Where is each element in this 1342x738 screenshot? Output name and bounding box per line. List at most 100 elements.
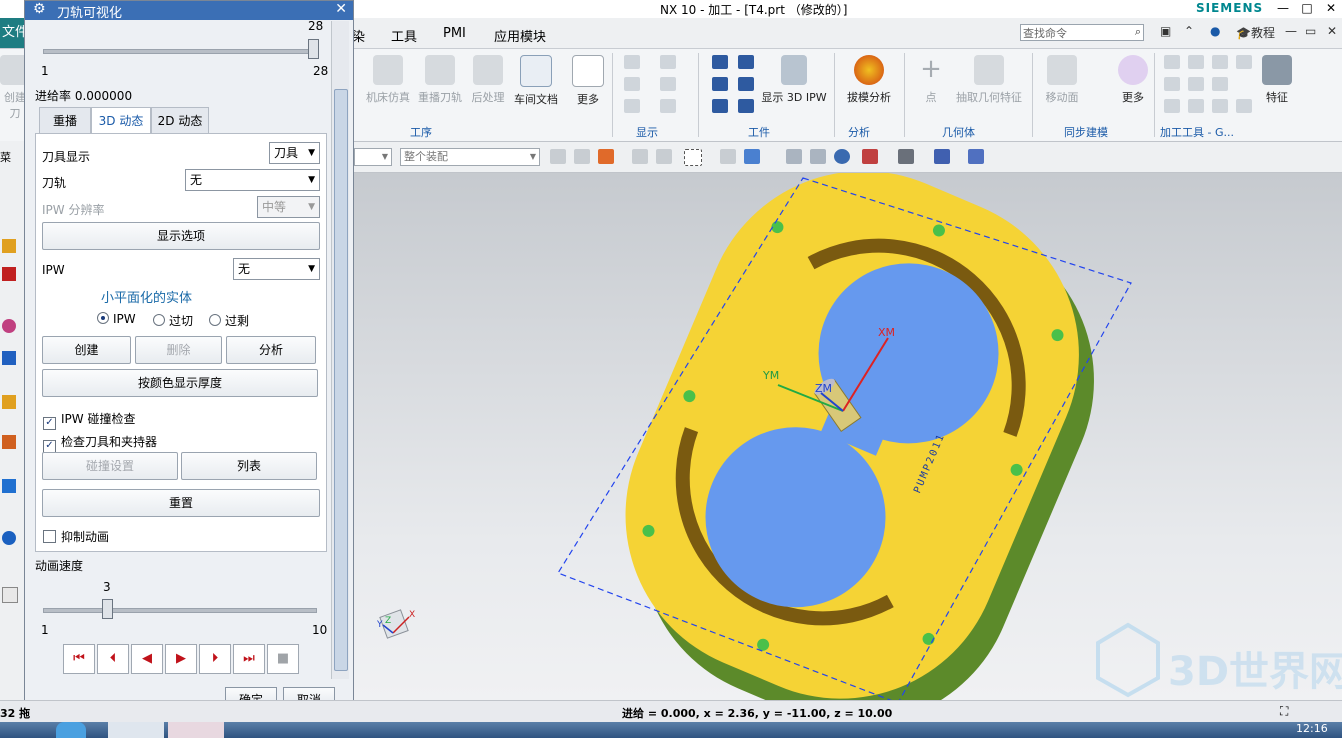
dialog-title-bar[interactable]: ⚙ 刀轨可视化 ✕: [25, 1, 353, 21]
orient-view-icon[interactable]: [862, 149, 878, 164]
machine-simulation-button[interactable]: 机床仿真: [364, 55, 412, 105]
navigator-icon[interactable]: [2, 435, 16, 449]
display-option-icon[interactable]: [660, 99, 676, 113]
toolpath-icon[interactable]: [712, 77, 728, 91]
toolpath-icon[interactable]: [712, 55, 728, 69]
step-forward-button[interactable]: ⏵︎: [199, 644, 231, 674]
machining-tool-icon[interactable]: [1164, 77, 1180, 91]
machining-tool-icon[interactable]: [1212, 77, 1228, 91]
delete-button[interactable]: 删除: [135, 336, 222, 364]
tool-display-select[interactable]: 刀具 ▼: [269, 142, 320, 164]
fit-view-icon[interactable]: [786, 149, 802, 164]
play-backward-button[interactable]: ◀: [131, 644, 163, 674]
ipw-select[interactable]: 无 ▼: [233, 258, 320, 280]
machining-tool-icon[interactable]: [1188, 55, 1204, 69]
ipw-collision-check-checkbox[interactable]: ✓ IPW 碰撞检查: [43, 410, 135, 430]
postprocess-button[interactable]: 后处理: [468, 55, 508, 105]
menu-item-pmi[interactable]: PMI: [443, 26, 466, 41]
machining-tool-icon[interactable]: [1236, 99, 1252, 113]
check-tool-holder-checkbox[interactable]: ✓ 检查刀具和夹持器: [43, 433, 157, 453]
restore-icon[interactable]: —: [1285, 24, 1297, 38]
snap-icon[interactable]: [550, 149, 566, 164]
snap-icon[interactable]: [574, 149, 590, 164]
close-part-icon[interactable]: ✕: [1327, 24, 1337, 38]
toolpath-icon[interactable]: [738, 77, 754, 91]
menu-item-tools[interactable]: 工具: [391, 26, 417, 45]
feature-button[interactable]: 特征: [1262, 55, 1292, 105]
navigator-icon[interactable]: [2, 319, 16, 333]
step-back-button[interactable]: ⏴︎: [97, 644, 129, 674]
taskbar-app[interactable]: [108, 722, 164, 738]
graphics-window[interactable]: PUMP2011 XM YM ZM X Y Z 3D世界网: [353, 171, 1342, 725]
ipw-resolution-select[interactable]: 中等 ▼: [257, 196, 320, 218]
tab-3d-dynamic[interactable]: 3D 动态: [91, 107, 151, 134]
scrollbar-thumb[interactable]: [334, 89, 348, 671]
play-forward-button[interactable]: ▶: [165, 644, 197, 674]
display-option-icon[interactable]: [624, 55, 640, 69]
assembly-scope-combo[interactable]: 整个装配 ▼: [400, 148, 540, 166]
fullscreen-icon[interactable]: ⛶: [1280, 704, 1288, 719]
reset-button[interactable]: 重置: [42, 489, 320, 517]
display-option-icon[interactable]: [660, 55, 676, 69]
collision-settings-button[interactable]: 碰撞设置: [42, 452, 178, 480]
top-slider-track[interactable]: [43, 49, 317, 54]
navigator-icon[interactable]: [2, 239, 16, 253]
filter-combo[interactable]: ▼: [354, 148, 392, 166]
fast-forward-to-end-button[interactable]: ⏭: [233, 644, 265, 674]
tutorial-button[interactable]: 🎓教程: [1236, 24, 1275, 41]
maximize-button[interactable]: □: [1296, 0, 1318, 16]
tab-replay[interactable]: 重播: [39, 107, 91, 133]
chevron-up-icon[interactable]: ⌃: [1184, 24, 1194, 38]
radio-excess[interactable]: 过剩: [209, 312, 249, 329]
start-icon[interactable]: [56, 722, 86, 738]
help-icon[interactable]: ●: [1210, 24, 1220, 38]
show-3d-ipw-button[interactable]: 显示 3D IPW: [760, 55, 828, 105]
machining-tool-icon[interactable]: [1188, 77, 1204, 91]
machining-tool-icon[interactable]: [1212, 55, 1228, 69]
zoom-icon[interactable]: [810, 149, 826, 164]
minimize-button[interactable]: —: [1272, 0, 1294, 16]
display-options-button[interactable]: 显示选项: [42, 222, 320, 250]
close-icon[interactable]: ✕: [335, 1, 347, 17]
toolpath-icon[interactable]: [738, 55, 754, 69]
top-slider-thumb[interactable]: [308, 39, 319, 59]
display-option-icon[interactable]: [624, 99, 640, 113]
machining-tool-icon[interactable]: [1212, 99, 1228, 113]
rotate-icon[interactable]: [834, 149, 850, 164]
navigator-icon[interactable]: [2, 479, 16, 493]
snap-icon[interactable]: [598, 149, 614, 164]
extract-geometry-button[interactable]: 抽取几何特征: [954, 55, 1024, 105]
draft-analysis-button[interactable]: 拔模分析: [844, 55, 894, 105]
replay-toolpath-button[interactable]: 重播刀轨: [416, 55, 464, 105]
list-button[interactable]: 列表: [181, 452, 317, 480]
move-face-button[interactable]: 移动面: [1042, 55, 1082, 105]
navigator-icon[interactable]: [2, 395, 16, 409]
machining-tool-icon[interactable]: [1188, 99, 1204, 113]
suppress-animation-checkbox[interactable]: 抑制动画: [43, 528, 109, 545]
navigator-icon[interactable]: [2, 267, 16, 281]
view-icon[interactable]: [720, 149, 736, 164]
shop-documentation-button[interactable]: 车间文档: [512, 55, 560, 107]
rewind-to-start-button[interactable]: ⏮: [63, 644, 95, 674]
animation-speed-thumb[interactable]: [102, 599, 113, 619]
machining-tool-icon[interactable]: [1236, 55, 1252, 69]
menu-item-applications[interactable]: 应用模块: [494, 26, 546, 45]
point-button[interactable]: + 点: [916, 55, 946, 105]
toolpath-select[interactable]: 无 ▼: [185, 169, 320, 191]
command-search-input[interactable]: 查找命令 ⌕: [1020, 24, 1144, 41]
dialog-scrollbar[interactable]: [331, 21, 349, 679]
toolpath-icon[interactable]: [738, 99, 754, 113]
navigator-icon[interactable]: [2, 587, 18, 603]
navigator-icon[interactable]: [2, 351, 16, 365]
gear-icon[interactable]: ⚙: [33, 1, 46, 17]
render-style-icon[interactable]: [898, 149, 914, 164]
snap-icon[interactable]: [656, 149, 672, 164]
radio-overcut[interactable]: 过切: [153, 312, 193, 329]
work-layer-icon[interactable]: [968, 149, 984, 164]
machining-tool-icon[interactable]: [1164, 99, 1180, 113]
shaded-view-icon[interactable]: [744, 149, 760, 164]
background-icon[interactable]: [934, 149, 950, 164]
display-option-icon[interactable]: [660, 77, 676, 91]
show-thickness-by-color-button[interactable]: 按颜色显示厚度: [42, 369, 318, 397]
stop-button[interactable]: ■: [267, 644, 299, 674]
